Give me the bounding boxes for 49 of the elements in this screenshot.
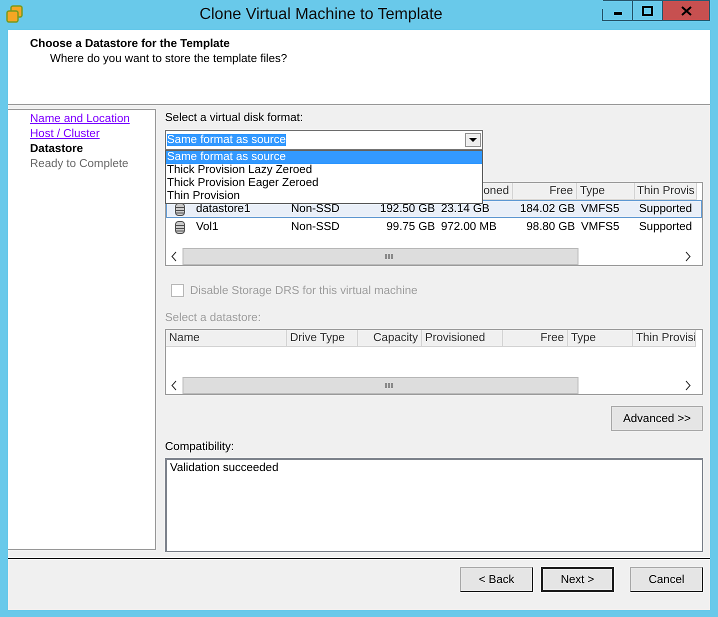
advanced-button[interactable]: Advanced >>: [611, 406, 703, 431]
app-icon: [6, 5, 24, 23]
column-header[interactable]: Free: [513, 183, 577, 200]
table-cell-text: Non-SSD: [290, 203, 341, 215]
wizard-step: Ready to Complete: [30, 158, 128, 170]
table-cell-text: 99.75 GB: [385, 221, 436, 233]
table-cell-text: 184.02 GB: [519, 203, 576, 215]
wizard-button[interactable]: Next >: [541, 567, 614, 592]
column-header[interactable]: Name: [166, 330, 287, 347]
wizard-step: Datastore: [30, 143, 84, 155]
disk-format-label: Select a virtual disk format:: [165, 112, 304, 124]
table-cell-text: 23.14 GB: [440, 203, 491, 215]
page-subtitle: Where do you want to store the template files?: [50, 53, 288, 65]
column-header[interactable]: Thin Provis: [635, 183, 697, 200]
column-header[interactable]: Type: [577, 183, 635, 200]
maximize-icon: [642, 6, 653, 16]
page-title: Choose a Datastore for the Template: [30, 38, 231, 50]
database-icon: [175, 220, 185, 234]
table-cell-text: Non-SSD: [290, 221, 341, 233]
checkbox-label: Disable Storage DRS for this virtual machine: [190, 284, 418, 296]
column-header[interactable]: Thin Provisi: [633, 330, 696, 347]
table-cell-text: 98.80 GB: [525, 221, 576, 233]
table-cell-text: datastore1: [195, 203, 252, 215]
table-cell-text: Vol1: [195, 221, 220, 233]
compatibility-text: Validation succeeded: [170, 462, 278, 474]
column-header[interactable]: Drive Type: [287, 330, 358, 347]
database-icon: [175, 202, 185, 216]
table-cell-text: VMFS5: [580, 203, 620, 215]
column-header[interactable]: Provisioned: [422, 330, 503, 347]
compatibility-label: Compatibility:: [165, 441, 236, 453]
datastore-label: Select a datastore:: [165, 312, 262, 324]
close-icon: [680, 6, 692, 16]
table-cell-text: VMFS5: [580, 221, 620, 233]
caret-icon: [465, 133, 481, 147]
wizard-step[interactable]: Host / Cluster: [30, 128, 100, 140]
column-header[interactable]: Capacity: [358, 330, 422, 347]
table-cell-text: Supported: [638, 221, 694, 233]
column-header[interactable]: Type: [568, 330, 633, 347]
table-cell-text: Supported: [638, 203, 694, 215]
window-title: Clone Virtual Machine to Template: [198, 6, 444, 24]
wizard-step[interactable]: Name and Location: [30, 113, 130, 125]
minimize-button[interactable]: [603, 0, 633, 21]
wizard-button[interactable]: Cancel: [630, 567, 703, 592]
minimize-icon: [614, 12, 622, 15]
table-cell-text: 192.50 GB: [379, 203, 436, 215]
wizard-button[interactable]: < Back: [460, 567, 533, 592]
table-cell-text: 972.00 MB: [440, 221, 498, 233]
close-button[interactable]: [663, 0, 710, 21]
column-header[interactable]: Free: [503, 330, 568, 347]
